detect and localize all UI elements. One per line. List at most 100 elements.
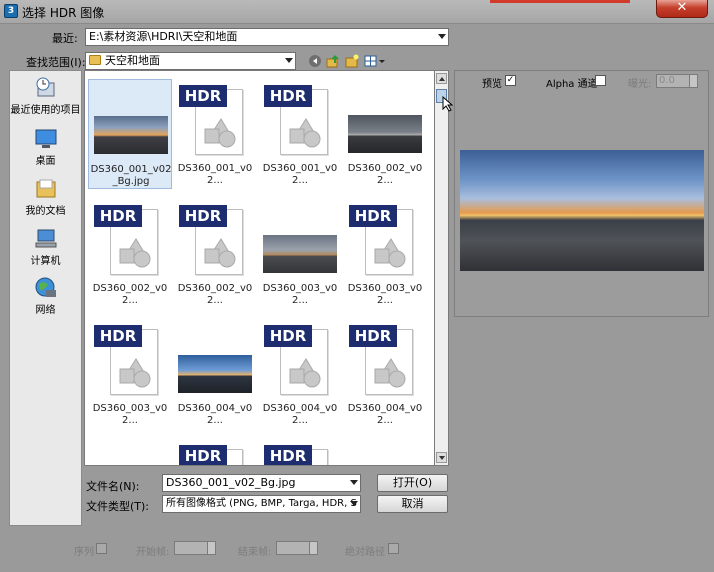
place-network-label: 网络 [35,305,56,316]
filename-input[interactable]: DS360_001_v02_Bg.jpg [162,474,361,492]
place-recent-label: 最近使用的项目 [10,105,81,116]
chevron-down-icon [438,34,446,39]
image-thumbnail [263,235,337,273]
sequence-label: 序列 [74,547,94,558]
alpha-checkbox[interactable] [595,75,606,86]
hdr-file-icon: HDR [94,325,164,397]
hdr-file-icon: HDR [349,205,419,277]
filename-value: DS360_001_v02_Bg.jpg [166,476,296,489]
place-documents-label: 我的文档 [25,206,66,217]
place-computer[interactable]: 计算机 [10,228,81,267]
exposure-label: 曝光: [628,79,652,90]
file-item-hdr[interactable]: HDR DS360_003_v02... [88,319,172,429]
open-button[interactable]: 打开(O) [377,474,448,492]
file-item-jpg[interactable]: DS360_002_v02... [343,79,427,189]
recent-label: 最近: [52,32,78,45]
lookin-dropdown[interactable]: 天空和地面 [85,52,296,70]
file-name: DS360_001_v02... [177,163,253,186]
start-frame-spinner[interactable] [174,541,216,555]
mouse-cursor-icon [442,96,454,112]
file-item-hdr[interactable]: HDR DS360_004_v02... [258,319,342,429]
recent-places-icon [36,77,54,97]
preview-label: 预览 [482,79,502,90]
scroll-down-button[interactable] [436,452,447,463]
file-item-jpg[interactable]: DS360_003_v02... [258,199,342,309]
hdr-preview-image [460,150,704,271]
file-name: DS360_001_v02_Bg.jpg [90,164,172,187]
absolute-path-label: 绝对路径 [345,547,385,558]
taskbar-accent [490,0,630,3]
spinner-arrows-icon[interactable] [689,75,697,87]
image-thumbnail [348,115,422,153]
hdr-file-icon: HDR [264,445,334,465]
hdr-file-icon: HDR [264,85,334,157]
new-folder-icon[interactable] [345,54,359,68]
file-item-hdr[interactable]: HDR DS360_001_v02... [258,79,342,189]
place-computer-label: 计算机 [30,256,61,267]
view-menu-icon[interactable] [364,54,386,68]
hdr-file-icon: HDR [179,445,249,465]
image-thumbnail [94,116,168,154]
spinner-arrows-icon[interactable] [309,542,317,554]
file-name: DS360_001_v02... [262,163,338,186]
close-button[interactable]: ✕ [656,0,708,18]
file-item-hdr[interactable]: HDR DS360_003_v02... [343,199,427,309]
back-icon[interactable] [308,54,322,68]
places-bar: 最近使用的项目 桌面 我的文档 计算机 网络 [9,70,82,526]
file-name: DS360_003_v02... [262,283,338,306]
absolute-path-checkbox[interactable] [388,543,399,554]
hdr-file-icon: HDR [179,205,249,277]
title-bar: 3 选择 HDR 图像 [0,0,714,24]
file-name: DS360_002_v02... [92,283,168,306]
scroll-up-button[interactable] [436,73,447,84]
file-name: DS360_003_v02... [92,403,168,426]
chevron-down-icon [350,501,358,506]
file-name: DS360_002_v02... [347,163,423,186]
recent-dropdown[interactable]: E:\素材资源\HDRI\天空和地面 [85,28,449,46]
file-name: DS360_004_v02... [177,403,253,426]
file-list-scrollbar[interactable] [435,70,449,466]
filename-label: 文件名(N): [86,480,140,493]
hdr-file-icon: HDR [349,325,419,397]
sequence-checkbox[interactable] [96,543,107,554]
file-list[interactable]: DS360_001_v02_Bg.jpg HDR DS360_001_v02..… [84,70,435,466]
place-desktop-label: 桌面 [35,156,56,167]
place-desktop[interactable]: 桌面 [10,128,81,167]
file-item-jpg[interactable]: DS360_001_v02_Bg.jpg [88,79,172,189]
place-network[interactable]: 网络 [10,277,81,316]
app-icon: 3 [4,4,18,18]
desktop-icon [35,129,56,148]
documents-icon [36,179,55,198]
lookin-value: 天空和地面 [105,54,160,67]
file-item-hdr[interactable]: HDR DS360_004_v02... [343,319,427,429]
end-frame-spinner[interactable] [276,541,318,555]
place-recent[interactable]: 最近使用的项目 [10,77,81,116]
cancel-button[interactable]: 取消 [377,495,448,513]
start-frame-label: 开始帧: [136,547,170,558]
file-name: DS360_002_v02... [177,283,253,306]
hdr-file-icon: HDR [179,85,249,157]
place-documents[interactable]: 我的文档 [10,178,81,217]
folder-icon [89,55,101,65]
spinner-arrows-icon[interactable] [207,542,215,554]
exposure-spinner[interactable]: 0.0 [656,74,698,88]
hdr-file-icon: HDR [94,205,164,277]
filetype-dropdown[interactable]: 所有图像格式 (PNG, BMP, Targa, HDR, S [162,495,361,513]
file-name: DS360_003_v02... [347,283,423,306]
recent-value: E:\素材资源\HDRI\天空和地面 [89,30,238,43]
file-item-hdr[interactable]: HDR DS360_001_v02... [173,79,257,189]
window-title: 选择 HDR 图像 [22,6,105,20]
up-folder-icon[interactable] [326,54,340,68]
file-item-hdr[interactable]: HDR [258,439,342,465]
computer-icon [35,229,56,248]
lookin-label: 查找范围(I): [26,56,86,69]
filetype-value: 所有图像格式 (PNG, BMP, Targa, HDR, S [166,498,357,509]
file-item-jpg[interactable]: DS360_004_v02... [173,319,257,429]
file-item-hdr[interactable]: HDR [173,439,257,465]
chevron-down-icon [285,58,293,63]
preview-checkbox[interactable]: ✓ [505,75,516,86]
exposure-value: 0.0 [659,75,675,86]
file-name: DS360_004_v02... [262,403,338,426]
file-item-hdr[interactable]: HDR DS360_002_v02... [173,199,257,309]
file-item-hdr[interactable]: HDR DS360_002_v02... [88,199,172,309]
